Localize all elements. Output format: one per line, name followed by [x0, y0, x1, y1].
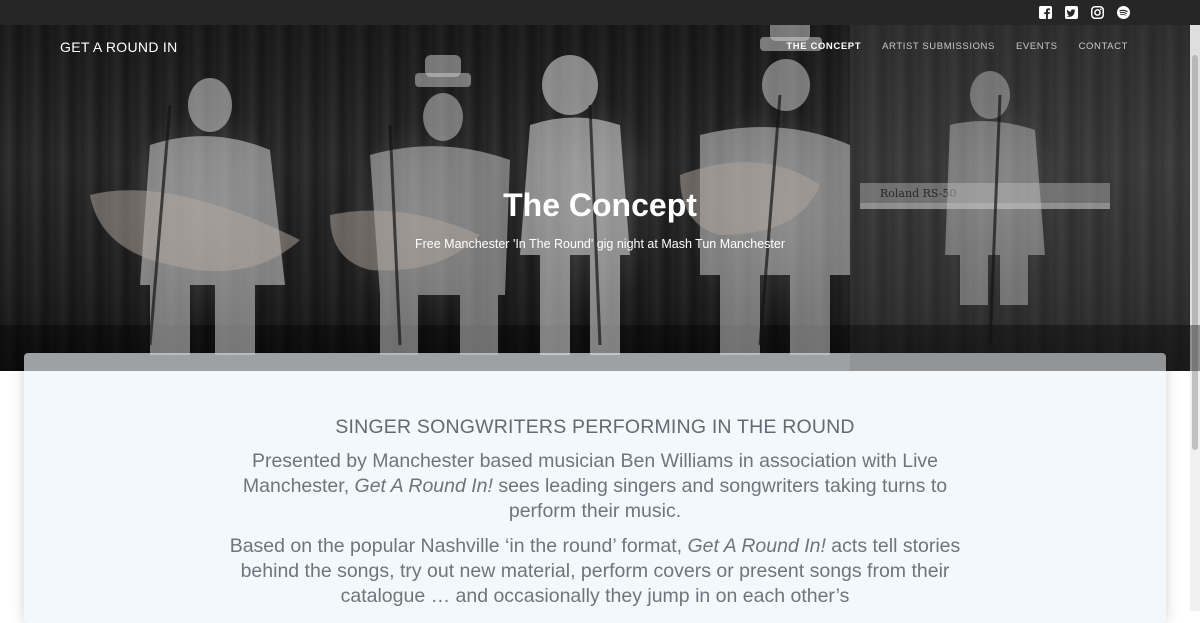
social-links	[1039, 6, 1130, 19]
hero-banner: Roland RS-50 GET A ROUND IN THE CONCEPT …	[0, 25, 1200, 371]
facebook-icon[interactable]	[1039, 6, 1052, 19]
page-subtitle: Free Manchester 'In The Round' gig night…	[414, 237, 786, 251]
format-text-start: Based on the popular Nashville ‘in the r…	[229, 535, 688, 557]
instagram-icon[interactable]	[1091, 6, 1104, 19]
nav-item-artist-submissions[interactable]: ARTIST SUBMISSIONS	[882, 41, 995, 52]
intro-text-end: sees leading singers and songwriters tak…	[492, 475, 948, 522]
format-event-name: Get A Round In!	[687, 535, 826, 557]
section-heading: SINGER SONGWRITERS PERFORMING IN THE ROU…	[335, 416, 855, 438]
main-navigation: GET A ROUND IN THE CONCEPT ARTIST SUBMIS…	[0, 25, 1200, 69]
concept-content-card: SINGER SONGWRITERS PERFORMING IN THE ROU…	[24, 353, 1166, 623]
site-brand-logo[interactable]: GET A ROUND IN	[60, 39, 178, 55]
nav-item-the-concept[interactable]: THE CONCEPT	[786, 41, 861, 52]
spotify-icon[interactable]	[1117, 6, 1130, 19]
social-bar	[0, 0, 1200, 25]
nav-menu: THE CONCEPT ARTIST SUBMISSIONS EVENTS CO…	[786, 41, 1128, 52]
intro-paragraph: Presented by Manchester based musician B…	[210, 449, 980, 524]
intro-event-name: Get A Round In!	[354, 475, 493, 497]
nav-item-contact[interactable]: CONTACT	[1079, 41, 1128, 52]
twitter-icon[interactable]	[1065, 6, 1078, 19]
nav-item-events[interactable]: EVENTS	[1016, 41, 1058, 52]
page-title: The Concept	[503, 187, 697, 223]
format-paragraph: Based on the popular Nashville ‘in the r…	[210, 534, 980, 609]
